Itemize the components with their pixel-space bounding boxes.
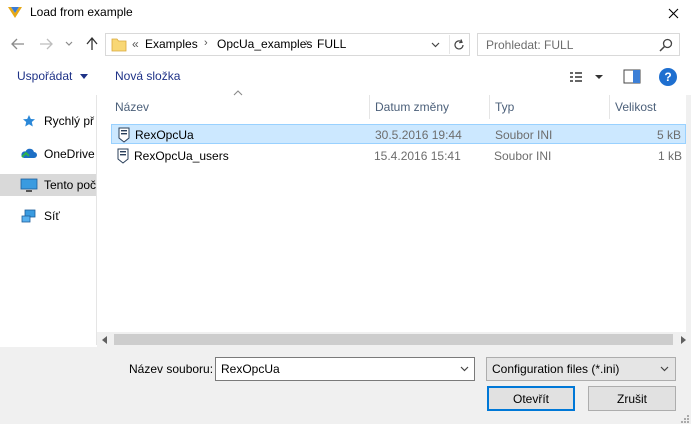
file-type: Soubor INI: [495, 128, 553, 142]
file-type-value: Configuration files (*.ini): [492, 362, 620, 376]
app-icon: [6, 4, 24, 22]
file-type: Soubor INI: [494, 149, 552, 163]
organize-button[interactable]: Uspořádat: [10, 66, 95, 88]
cancel-button[interactable]: Zrušit: [588, 386, 676, 411]
back-button[interactable]: [8, 34, 28, 54]
breadcrumb-full[interactable]: FULL: [317, 37, 346, 51]
search-box[interactable]: Prohledat: FULL: [477, 33, 680, 56]
file-date: 30.5.2016 19:44: [375, 128, 462, 142]
caret-down-icon: [79, 74, 88, 80]
change-view-button[interactable]: [566, 68, 606, 86]
file-type-select[interactable]: Configuration files (*.ini): [486, 357, 676, 381]
column-header-name[interactable]: Název: [110, 95, 369, 119]
vertical-scrollbar[interactable]: [686, 95, 691, 333]
help-button[interactable]: ?: [659, 68, 677, 86]
caret-left-icon: [102, 335, 107, 344]
ini-file-icon: [117, 127, 131, 143]
computer-icon: [20, 177, 38, 193]
chevron-down-icon: [460, 366, 468, 372]
close-button[interactable]: [655, 0, 691, 26]
ini-file-icon: [116, 148, 130, 164]
filename-dropdown-button[interactable]: [457, 362, 471, 376]
breadcrumb-opcua-examples[interactable]: OpcUa_examples: [217, 37, 312, 51]
nav-item-onedrive[interactable]: OneDrive: [0, 143, 96, 165]
organize-label: Uspořádat: [17, 69, 73, 83]
filename-label: Název souboru:: [129, 362, 214, 376]
column-header-date[interactable]: Datum změny: [370, 95, 489, 119]
column-header-size[interactable]: Velikost: [610, 95, 686, 119]
window-title: Load from example: [30, 5, 133, 19]
caret-right-icon: [681, 335, 686, 344]
network-icon: [20, 208, 38, 224]
arrow-left-icon: [11, 38, 24, 50]
open-button[interactable]: Otevřít: [487, 386, 575, 411]
breadcrumb-separator-icon[interactable]: ›: [204, 37, 208, 49]
file-size: 1 kB: [657, 149, 682, 163]
refresh-button[interactable]: [449, 35, 467, 54]
close-icon: [668, 8, 678, 18]
resize-grip-icon[interactable]: [679, 412, 689, 423]
preview-pane-button[interactable]: [620, 67, 644, 87]
chevron-down-icon: [431, 42, 439, 48]
overflow-chevron[interactable]: «: [132, 37, 139, 51]
search-input[interactable]: Prohledat: FULL: [486, 38, 573, 52]
refresh-icon: [453, 38, 464, 49]
forward-button[interactable]: [36, 34, 56, 54]
file-name: RexOpcUa: [135, 128, 194, 142]
file-row-rexopcua-users[interactable]: RexOpcUa_users 15.4.2016 15:41 Soubor IN…: [111, 146, 686, 166]
nav-item-label: Rychlý př: [44, 114, 95, 128]
new-folder-button[interactable]: Nová složka: [109, 66, 186, 88]
nav-item-label: Tento poč: [44, 178, 96, 192]
file-row-rexopcua[interactable]: RexOpcUa 30.5.2016 19:44 Soubor INI 5 kB: [111, 124, 686, 144]
file-name: RexOpcUa_users: [134, 149, 229, 163]
nav-item-this-pc[interactable]: Tento poč: [0, 174, 96, 196]
scroll-left-button[interactable]: [97, 332, 112, 347]
filename-value: RexOpcUa: [221, 362, 280, 376]
nav-item-network[interactable]: Síť: [0, 205, 96, 227]
pane-divider[interactable]: [96, 95, 97, 345]
arrow-right-icon: [40, 38, 53, 50]
chevron-down-icon: [65, 41, 73, 46]
file-type-dropdown-button[interactable]: [657, 362, 671, 376]
nav-item-quick-access[interactable]: Rychlý př: [0, 110, 96, 132]
arrow-up-icon: [86, 37, 98, 50]
scroll-right-button[interactable]: [676, 332, 691, 347]
nav-item-label: Síť: [44, 209, 60, 223]
details-view-icon: [570, 72, 603, 82]
address-dropdown-button[interactable]: [428, 37, 442, 53]
file-size: 5 kB: [656, 128, 681, 142]
search-icon[interactable]: [658, 37, 674, 53]
cloud-icon: [20, 146, 38, 162]
chevron-down-icon: [660, 366, 668, 372]
file-date: 15.4.2016 15:41: [374, 149, 461, 163]
preview-pane-icon: [623, 69, 641, 84]
address-bar[interactable]: « Examples › OpcUa_examples › FULL: [105, 33, 470, 56]
star-icon: [20, 113, 38, 129]
horizontal-scrollbar[interactable]: [97, 332, 691, 347]
breadcrumb-separator-icon[interactable]: ›: [305, 37, 309, 49]
recent-locations-button[interactable]: [62, 34, 76, 54]
breadcrumb-examples[interactable]: Examples: [145, 37, 198, 51]
filename-input[interactable]: RexOpcUa: [215, 357, 475, 381]
folder-icon: [111, 37, 127, 52]
column-header-type[interactable]: Typ: [490, 95, 609, 119]
up-button[interactable]: [82, 34, 102, 54]
nav-item-label: OneDrive: [44, 147, 95, 161]
scrollbar-thumb[interactable]: [114, 334, 673, 345]
